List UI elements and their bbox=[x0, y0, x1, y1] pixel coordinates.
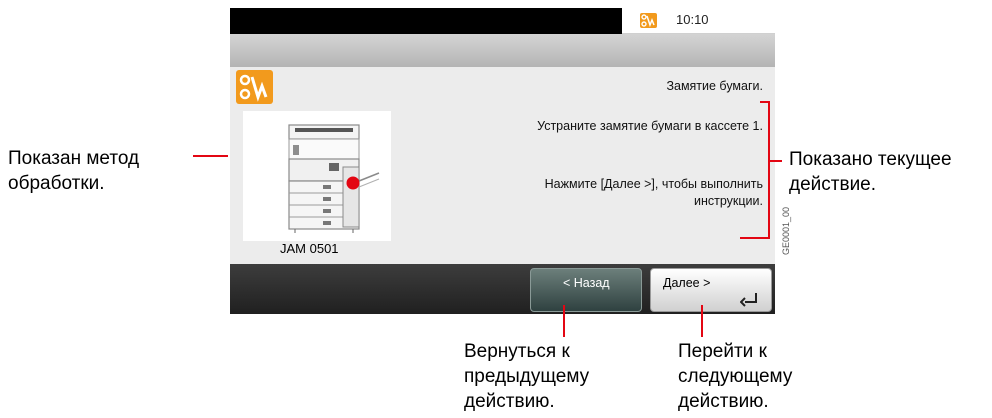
error-code: JAM 0501 bbox=[280, 241, 339, 256]
figure-code: GE0001_00 bbox=[781, 206, 791, 255]
device-screen: 10:10 JAM 0501 Замятие бумаги. Устраните… bbox=[230, 8, 775, 314]
back-button[interactable]: < Назад bbox=[530, 268, 642, 312]
callout-line-back bbox=[563, 305, 565, 337]
instruction-step-1: Устраните замятие бумаги в кассете 1. bbox=[537, 119, 763, 133]
clock-time: 10:10 bbox=[676, 12, 709, 27]
callout-current: Показано текущее действие. bbox=[789, 147, 989, 197]
callout-bracket-top bbox=[760, 101, 770, 103]
callout-next-text: Перейти к следующему действию. bbox=[678, 341, 793, 412]
instruction-step-2: Нажмите [Далее >], чтобы выполнить инстр… bbox=[544, 177, 763, 208]
header-band bbox=[230, 34, 775, 67]
printer-illustration bbox=[243, 111, 391, 241]
paper-jam-status-icon[interactable] bbox=[640, 13, 657, 28]
callout-current-text: Показано текущее действие. bbox=[789, 149, 952, 195]
callout-method-text: Показан метод обработки. bbox=[8, 148, 140, 194]
callout-method: Показан метод обработки. bbox=[8, 146, 193, 196]
callout-back: Вернуться к предыдущему действию. bbox=[464, 339, 614, 414]
enter-icon bbox=[739, 291, 760, 312]
paper-jam-icon bbox=[236, 70, 273, 104]
error-title: Замятие бумаги. bbox=[666, 79, 763, 93]
callout-line-method bbox=[193, 155, 228, 157]
callout-line-current bbox=[770, 160, 782, 162]
callout-back-text: Вернуться к предыдущему действию. bbox=[464, 341, 590, 412]
callout-next: Перейти к следующему действию. bbox=[678, 339, 828, 414]
callout-bracket bbox=[768, 101, 770, 239]
callout-line-next bbox=[701, 305, 703, 337]
callout-bracket-bottom bbox=[740, 237, 770, 239]
